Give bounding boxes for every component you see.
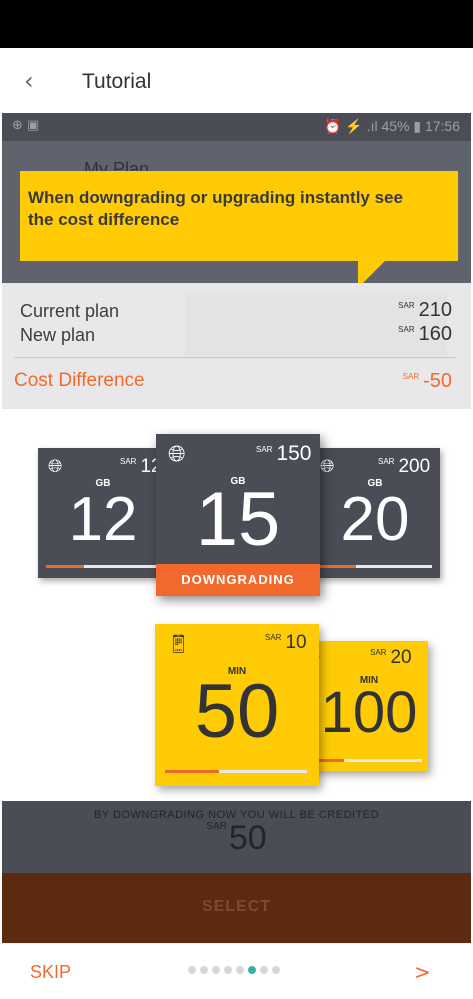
plan-amount: 12 [68,485,138,554]
plan-price: SAR 10 [265,632,307,653]
page-dot [272,966,280,974]
globe-icon: 🌐︎ [48,456,63,477]
back-icon[interactable]: ‹ [24,68,44,94]
next-button[interactable]: > [414,960,431,984]
plan-amount: 50 [194,669,280,754]
divider [14,357,456,358]
usage-bar-fill [318,565,356,568]
new-plan-label: New plan [20,325,96,345]
status-bar [0,0,473,48]
usage-bar [318,759,422,762]
plan-price: SAR 200 [378,456,431,477]
page-dot [260,966,268,974]
data-plan-card[interactable]: 🌐︎ SAR120 GB 12 [38,448,172,578]
credit-value: SAR50 [206,819,267,857]
page-title: Tutorial [82,70,152,93]
plan-price: SAR 150 [256,442,312,465]
globe-icon: 🌐︎ [168,442,186,467]
usage-bar-fill [46,565,84,568]
data-plan-card[interactable]: 🌐︎ SAR 200 GB 20 [310,448,440,578]
globe-icon: 🌐︎ [320,456,335,477]
current-plan-value: SAR 210 [398,299,452,321]
usage-bar-fill [165,770,219,773]
downgrading-badge: DOWNGRADING [156,564,320,596]
minutes-plan-card-selected[interactable]: 📱︎ SAR 10 MIN 50 [155,624,319,786]
page-dot [212,966,220,974]
minutes-plan-card[interactable]: 🕪 SAR20 MIN 100 [310,641,428,771]
screenshot-status-time: ⏰ ⚡ .ıl 45% ▮ 17:56 [324,118,460,134]
tutorial-screenshot: ⊕ ▣ ⏰ ⚡ .ıl 45% ▮ 17:56 My Plan CHANGE Y… [2,113,471,943]
page-dot [200,966,208,974]
page-indicator [188,966,288,976]
cost-difference-value: SAR -50 [402,370,452,392]
page-dot [236,966,244,974]
page-dot [248,966,256,974]
plan-amount: 100 [320,680,418,745]
usage-bar [46,565,160,568]
cost-difference-label: Cost Difference [14,370,145,391]
app-bar [0,48,473,112]
current-plan-label: Current plan [20,301,120,321]
plan-amount: 20 [340,485,410,554]
new-plan-value: SAR 160 [398,323,452,345]
skip-button[interactable]: SKIP [30,962,71,983]
tooltip-text: When downgrading or upgrading instantly … [28,188,403,229]
usage-bar [318,565,432,568]
usage-bar [165,770,307,773]
phone-icon: 📱︎ [167,634,190,655]
usage-bar-fill [318,759,344,762]
plan-amount: 15 [195,477,281,562]
plan-price: SAR 20 [370,647,412,668]
page-dot [224,966,232,974]
select-button-label: SELECT [201,898,272,915]
page-dot [188,966,196,974]
